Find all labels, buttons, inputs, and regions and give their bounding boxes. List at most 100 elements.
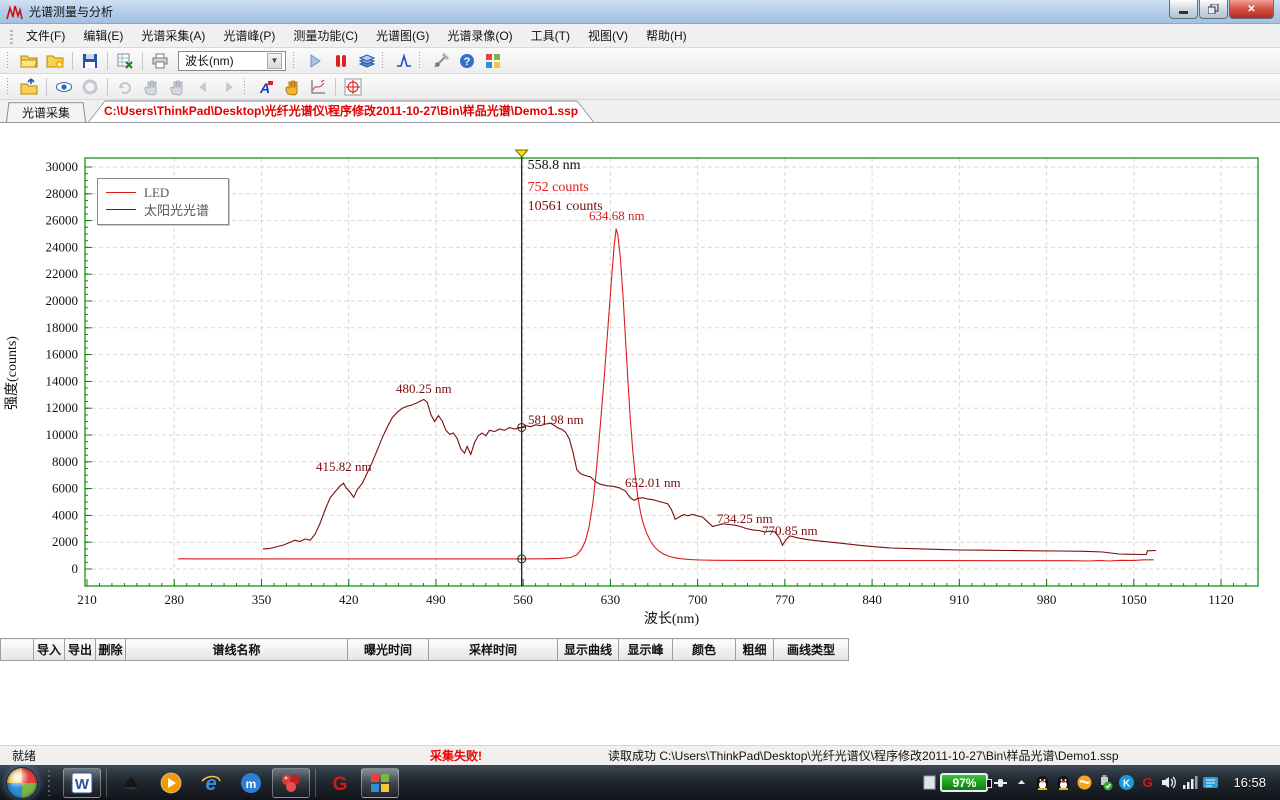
pan-down-button[interactable]: [165, 76, 189, 98]
menu-item-5[interactable]: 光谱图(G): [367, 24, 438, 47]
svg-text:630: 630: [601, 592, 621, 607]
pause-button[interactable]: [329, 50, 353, 72]
peak-label: 480.25 nm: [396, 381, 452, 396]
pan-up-button[interactable]: [139, 76, 163, 98]
qq-penguin-icon[interactable]: [1033, 773, 1052, 792]
menu-item-2[interactable]: 光谱采集(A): [132, 24, 214, 47]
menu-item-1[interactable]: 编辑(E): [74, 24, 132, 47]
save-button[interactable]: [78, 50, 102, 72]
spectrum-app-icon: [368, 771, 392, 795]
legend-line-swatch: [106, 192, 136, 193]
battery-indicator[interactable]: 97%: [940, 773, 988, 792]
network-signal-icon[interactable]: [1180, 773, 1199, 792]
chart-panel[interactable]: 2102803504204905606307007708409109801050…: [0, 123, 1280, 636]
cursor-handle[interactable]: [516, 150, 528, 157]
crosshair-zoom-button[interactable]: [341, 76, 365, 98]
taskbar-media-player-button[interactable]: [152, 768, 190, 798]
taskbar-grip[interactable]: [48, 770, 54, 796]
menu-grip: [10, 28, 13, 44]
menu-item-0[interactable]: 文件(F): [17, 24, 74, 47]
svg-text:2000: 2000: [52, 534, 78, 549]
g-player-tray-icon[interactable]: G: [1138, 773, 1157, 792]
folder-export-button[interactable]: [17, 76, 41, 98]
help-icon: ?: [458, 52, 476, 70]
start-button[interactable]: [6, 767, 38, 799]
layers-button[interactable]: [355, 50, 379, 72]
taskbar-clock[interactable]: 16:58: [1233, 775, 1266, 790]
sogou-icon[interactable]: [1075, 773, 1094, 792]
wavelength-combobox[interactable]: 波长(nm) ▼: [178, 51, 286, 71]
menu-item-6[interactable]: 光谱录像(O): [438, 24, 521, 47]
tools-button[interactable]: [429, 50, 453, 72]
legend-line-swatch: [106, 209, 136, 210]
power-plug-icon[interactable]: [991, 773, 1010, 792]
view-button[interactable]: [52, 76, 76, 98]
restore-button[interactable]: [1199, 0, 1228, 19]
forward-button[interactable]: [217, 76, 241, 98]
tab-spectrum-capture[interactable]: 光谱采集: [6, 101, 86, 122]
battery-percent: 97%: [952, 776, 976, 790]
svg-text:1120: 1120: [1208, 592, 1234, 607]
tab-demo1-file[interactable]: C:\Users\ThinkPad\Desktop\光纤光谱仪\程序修改2011…: [88, 99, 594, 122]
menu-item-4[interactable]: 测量功能(C): [284, 24, 367, 47]
usb-safe-remove-icon[interactable]: [1096, 773, 1115, 792]
menu-bar: 文件(F)编辑(E)光谱采集(A)光谱峰(P)测量功能(C)光谱图(G)光谱录像…: [0, 24, 1280, 48]
qq-penguin-icon-2[interactable]: [1054, 773, 1073, 792]
arrow-right-icon: [220, 78, 238, 96]
hand-tool-button[interactable]: [280, 76, 304, 98]
new-folder-button[interactable]: [43, 50, 67, 72]
annotate-button[interactable]: A: [254, 76, 278, 98]
taskbar-g-player-button[interactable]: G: [321, 768, 359, 798]
open-file-button[interactable]: [17, 50, 41, 72]
tab-bar: 光谱采集 C:\Users\ThinkPad\Desktop\光纤光谱仪\程序修…: [0, 100, 1280, 123]
svg-text:490: 490: [426, 592, 446, 607]
show-hidden-icons-button[interactable]: [1012, 773, 1031, 792]
volume-icon[interactable]: [1159, 773, 1178, 792]
window-title: 光谱测量与分析: [29, 3, 113, 20]
svg-text:6000: 6000: [52, 481, 78, 496]
taskbar-presentation-button[interactable]: [112, 768, 150, 798]
refresh-button[interactable]: [113, 76, 137, 98]
close-button[interactable]: ✕: [1229, 0, 1274, 19]
chart-scale-button[interactable]: [306, 76, 330, 98]
svg-text:12000: 12000: [46, 400, 79, 415]
system-tray: 97% K G 16:58: [919, 765, 1280, 800]
svg-text:?: ?: [464, 56, 471, 68]
play-button[interactable]: [303, 50, 327, 72]
circle-icon: [81, 78, 99, 96]
menu-item-3[interactable]: 光谱峰(P): [214, 24, 284, 47]
menu-item-9[interactable]: 帮助(H): [637, 24, 696, 47]
peak-label: 581.98 nm: [528, 412, 584, 427]
menu-item-8[interactable]: 视图(V): [579, 24, 637, 47]
ime-icon[interactable]: [1201, 773, 1220, 792]
taskbar-spectrum-app-button[interactable]: [361, 768, 399, 798]
peak-detect-button[interactable]: [392, 50, 416, 72]
tray-document-icon[interactable]: [920, 773, 939, 792]
minimize-button[interactable]: [1169, 0, 1198, 19]
window-controls: ✕: [1168, 0, 1274, 19]
taskbar-internet-explorer-button[interactable]: e: [192, 768, 230, 798]
taskbar-word-button[interactable]: W: [63, 768, 101, 798]
eye-icon: [55, 78, 73, 96]
taskbar-qq-button[interactable]: [272, 768, 310, 798]
red-molecule-icon: [279, 771, 303, 795]
back-button[interactable]: [191, 76, 215, 98]
col-header-1: 导入: [34, 639, 65, 661]
menu-item-7[interactable]: 工具(T): [522, 24, 579, 47]
taskbar-maxthon-button[interactable]: m: [232, 768, 270, 798]
hand-icon-2: [168, 78, 186, 96]
hand-icon: [142, 78, 160, 96]
stop-button[interactable]: [78, 76, 102, 98]
help-button[interactable]: ?: [455, 50, 479, 72]
kugou-icon[interactable]: K: [1117, 773, 1136, 792]
svg-text:910: 910: [950, 592, 970, 607]
color-grid-button[interactable]: [481, 50, 505, 72]
svg-text:G: G: [333, 774, 348, 795]
folder-export-icon: [20, 78, 38, 96]
svg-text:22000: 22000: [46, 266, 79, 281]
svg-text:W: W: [75, 776, 90, 793]
print-button[interactable]: [148, 50, 172, 72]
export-excel-button[interactable]: [113, 50, 137, 72]
chevron-down-icon[interactable]: ▼: [267, 53, 282, 69]
status-file-path-text: 读取成功 C:\Users\ThinkPad\Desktop\光纤光谱仪\程序修…: [608, 747, 1119, 764]
